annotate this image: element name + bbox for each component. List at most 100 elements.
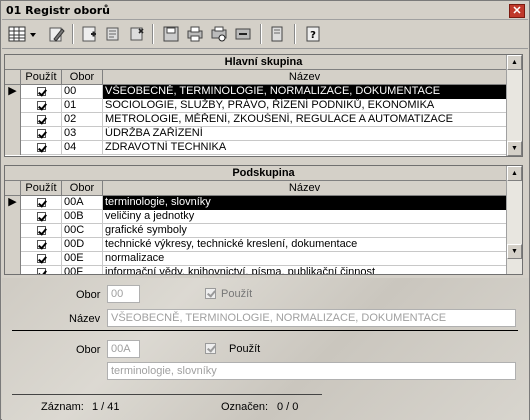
checkbox-checked-icon[interactable] (36, 268, 46, 274)
main-group-scrollbar[interactable]: ▲ ▼ (506, 55, 522, 156)
code-cell: 00E (62, 252, 103, 266)
column-use[interactable]: Použít (21, 181, 62, 196)
subgroup-rows: ▶ 00A terminologie, slovníky 00B veličiny a … (5, 196, 522, 274)
checkbox-checked-icon[interactable] (36, 129, 46, 138)
dropdown-arrow-icon[interactable] (28, 23, 40, 45)
main-group-title: Hlavní skupina (5, 55, 522, 70)
checkbox-checked-icon[interactable] (36, 143, 46, 152)
checkbox-checked-icon[interactable] (36, 101, 46, 110)
table-row[interactable]: 01 SOCIOLOGIE, SLUŽBY, PRÁVO, ŘÍZENÍ PODN… (5, 99, 522, 113)
use-cell[interactable] (21, 113, 62, 127)
use-cell[interactable] (21, 238, 62, 252)
new-record-icon[interactable] (78, 23, 100, 45)
use-cell[interactable] (21, 224, 62, 238)
sub-name-field[interactable]: terminologie, slovníky (107, 362, 516, 380)
name-cell: ZDRAVOTNÍ TECHNIKA (103, 141, 507, 155)
checkbox-checked-icon[interactable] (36, 226, 46, 235)
use-cell[interactable] (21, 210, 62, 224)
code-cell: 00B (62, 210, 103, 224)
code-cell: 00D (62, 238, 103, 252)
print-icon[interactable] (184, 23, 206, 45)
checkbox-checked-icon[interactable] (36, 115, 46, 124)
checkbox-checked-icon[interactable] (36, 212, 46, 221)
name-cell: technické výkresy, technické kreslení, d… (103, 238, 507, 252)
use-cell[interactable] (21, 196, 62, 210)
row-indicator (5, 252, 21, 266)
subgroup-scrollbar[interactable]: ▲ ▼ (506, 166, 522, 274)
scroll-up-icon[interactable]: ▲ (507, 55, 522, 70)
close-button[interactable]: ✕ (509, 4, 525, 18)
export-icon[interactable] (232, 23, 254, 45)
table-row[interactable]: 02 METROLOGIE, MĚŘENÍ, ZKOUŠENÍ, REGULACE… (5, 113, 522, 127)
use-cell[interactable] (21, 266, 62, 274)
copy-icon[interactable] (102, 23, 124, 45)
column-name[interactable]: Název (103, 70, 507, 85)
edit-icon[interactable] (46, 23, 68, 45)
grid-view-icon[interactable] (6, 23, 28, 45)
column-code[interactable]: Obor (62, 70, 103, 85)
subgroup-column-headers: Použít Obor Název (5, 181, 522, 196)
use-checkbox[interactable] (205, 288, 216, 299)
column-name[interactable]: Název (103, 181, 507, 196)
use-cell[interactable] (21, 85, 62, 99)
code-cell: 03 (62, 127, 103, 141)
table-row[interactable]: 03 ÚDRŽBA ZAŘÍZENÍ (5, 127, 522, 141)
code-cell: 00 (62, 85, 103, 99)
code-cell: 00C (62, 224, 103, 238)
use-cell[interactable] (21, 141, 62, 155)
row-indicator (5, 238, 21, 252)
code-cell: 01 (62, 99, 103, 113)
delete-icon[interactable] (126, 23, 148, 45)
status-divider (12, 394, 322, 395)
name-cell: SOCIOLOGIE, SLUŽBY, PRÁVO, ŘÍZENÍ PODNIK… (103, 99, 507, 113)
name-cell: ÚDRŽBA ZAŘÍZENÍ (103, 127, 507, 141)
table-row[interactable]: ▶ 00 VŠEOBECNĚ, TERMINOLOGIE, NORMALIZACE,… (5, 85, 522, 99)
use-cell[interactable] (21, 252, 62, 266)
record-label: Záznam: (41, 401, 84, 413)
name-label: Název (69, 313, 101, 325)
print-preview-icon[interactable] (208, 23, 230, 45)
column-use[interactable]: Použít (21, 70, 62, 85)
table-row[interactable]: 00E normalizace (5, 252, 522, 266)
obor-field[interactable]: 00 (107, 285, 140, 303)
checkbox-checked-icon[interactable] (36, 254, 46, 263)
record-value: 1 / 41 (92, 401, 120, 413)
scroll-up-icon[interactable]: ▲ (507, 166, 522, 181)
registry-window: 01 Registr oborů ✕ ? Hlavní skupina Použ… (0, 0, 530, 420)
main-group-column-headers: Použít Obor Název (5, 70, 522, 85)
name-cell: grafické symboly (103, 224, 507, 238)
table-row[interactable]: 00B veličiny a jednotky (5, 210, 522, 224)
sub-use-label: Použít (229, 343, 261, 355)
name-cell: informační vědy, knihovnictví, písma, pu… (103, 266, 507, 274)
save-icon[interactable] (160, 23, 182, 45)
checkbox-checked-icon[interactable] (36, 87, 46, 96)
use-cell[interactable] (21, 127, 62, 141)
table-row[interactable]: 04 ZDRAVOTNÍ TECHNIKA (5, 141, 522, 155)
code-cell: 00F (62, 266, 103, 274)
name-field[interactable]: VŠEOBECNĚ, TERMINOLOGIE, NORMALIZACE, DO… (107, 309, 516, 327)
title-bar: 01 Registr oborů ✕ (2, 2, 528, 20)
sub-obor-label: Obor (76, 344, 101, 356)
row-indicator (5, 141, 21, 155)
toolbar: ? (2, 21, 528, 49)
main-group-grid: Hlavní skupina Použít Obor Název ▶ 00 VŠEO… (4, 54, 523, 157)
table-row[interactable]: 00F informační vědy, knihovnictví, písma,… (5, 266, 522, 274)
sub-use-checkbox[interactable] (205, 343, 216, 354)
subgroup-title: Podskupina (5, 166, 522, 181)
sub-obor-field[interactable]: 00A (107, 340, 140, 358)
scroll-down-icon[interactable]: ▼ (507, 141, 522, 156)
checkbox-checked-icon[interactable] (36, 240, 46, 249)
row-indicator (5, 113, 21, 127)
name-cell: veličiny a jednotky (103, 210, 507, 224)
book-icon[interactable] (266, 23, 288, 45)
table-row[interactable]: ▶ 00A terminologie, slovníky (5, 196, 522, 210)
column-code[interactable]: Obor (62, 181, 103, 196)
table-row[interactable]: 00D technické výkresy, technické kreslení… (5, 238, 522, 252)
subgroup-grid: Podskupina Použít Obor Název ▶ 00A termino… (4, 165, 523, 275)
checkbox-checked-icon[interactable] (36, 198, 46, 207)
use-cell[interactable] (21, 99, 62, 113)
scroll-down-icon[interactable]: ▼ (507, 244, 522, 259)
table-row[interactable]: 00C grafické symboly (5, 224, 522, 238)
name-cell: METROLOGIE, MĚŘENÍ, ZKOUŠENÍ, REGULACE A… (103, 113, 507, 127)
help-icon[interactable]: ? (302, 23, 324, 45)
